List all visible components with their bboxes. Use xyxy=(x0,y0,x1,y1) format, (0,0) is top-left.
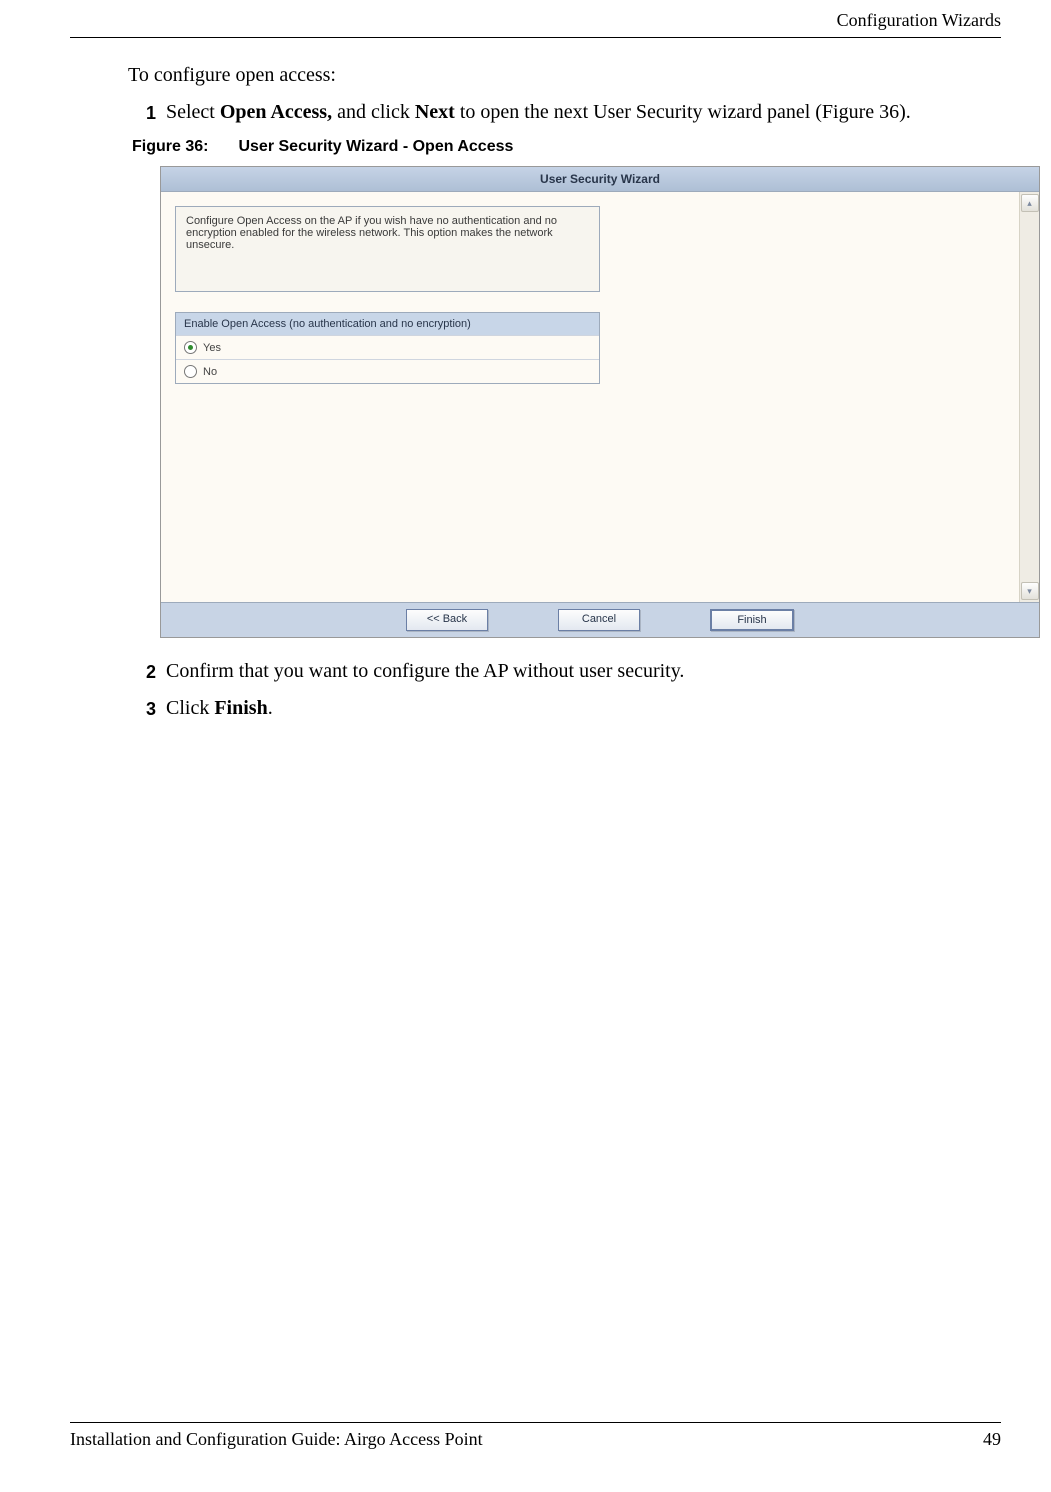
step-2-number: 2 xyxy=(128,662,156,683)
figure-title: User Security Wizard - Open Access xyxy=(238,138,513,155)
wizard-message-box: Configure Open Access on the AP if you w… xyxy=(175,206,600,292)
step-1: 1 Select Open Access, and click Next to … xyxy=(128,101,1001,124)
figure-caption: Figure 36: User Security Wizard - Open Ac… xyxy=(132,138,1001,156)
scrollbar[interactable]: ▴ ▾ xyxy=(1019,192,1039,602)
open-access-question: Enable Open Access (no authentication an… xyxy=(176,313,599,335)
cancel-button[interactable]: Cancel xyxy=(558,609,640,631)
step-2-text: Confirm that you want to configure the A… xyxy=(166,660,1001,683)
wizard-body: Configure Open Access on the AP if you w… xyxy=(161,192,1019,602)
radio-yes[interactable] xyxy=(184,341,197,354)
finish-button[interactable]: Finish xyxy=(710,609,794,631)
doc-title: Installation and Configuration Guide: Ai… xyxy=(70,1429,483,1450)
open-access-question-box: Enable Open Access (no authentication an… xyxy=(175,312,600,384)
step-3-number: 3 xyxy=(128,699,156,720)
running-footer: Installation and Configuration Guide: Ai… xyxy=(70,1422,1001,1450)
back-button[interactable]: << Back xyxy=(406,609,488,631)
step-3-text: Click Finish. xyxy=(166,697,1001,720)
wizard-titlebar: User Security Wizard xyxy=(161,167,1039,192)
radio-no[interactable] xyxy=(184,365,197,378)
intro-text: To configure open access: xyxy=(128,64,1001,87)
option-no-row[interactable]: No xyxy=(176,359,599,383)
section-title: Configuration Wizards xyxy=(837,10,1001,30)
step-1-text: Select Open Access, and click Next to op… xyxy=(166,101,1001,124)
option-yes-label: Yes xyxy=(203,342,221,354)
page-number: 49 xyxy=(983,1429,1001,1450)
option-yes-row[interactable]: Yes xyxy=(176,335,599,359)
wizard-window: User Security Wizard Configure Open Acce… xyxy=(160,166,1040,638)
figure-label: Figure 36: xyxy=(132,138,208,155)
step-2: 2 Confirm that you want to configure the… xyxy=(128,660,1001,683)
running-header: Configuration Wizards xyxy=(70,10,1001,38)
scroll-up-icon[interactable]: ▴ xyxy=(1021,194,1039,212)
scroll-down-icon[interactable]: ▾ xyxy=(1021,582,1039,600)
wizard-footer: << Back Cancel Finish xyxy=(161,602,1039,637)
step-3: 3 Click Finish. xyxy=(128,697,1001,720)
option-no-label: No xyxy=(203,366,217,378)
step-1-number: 1 xyxy=(128,103,156,124)
